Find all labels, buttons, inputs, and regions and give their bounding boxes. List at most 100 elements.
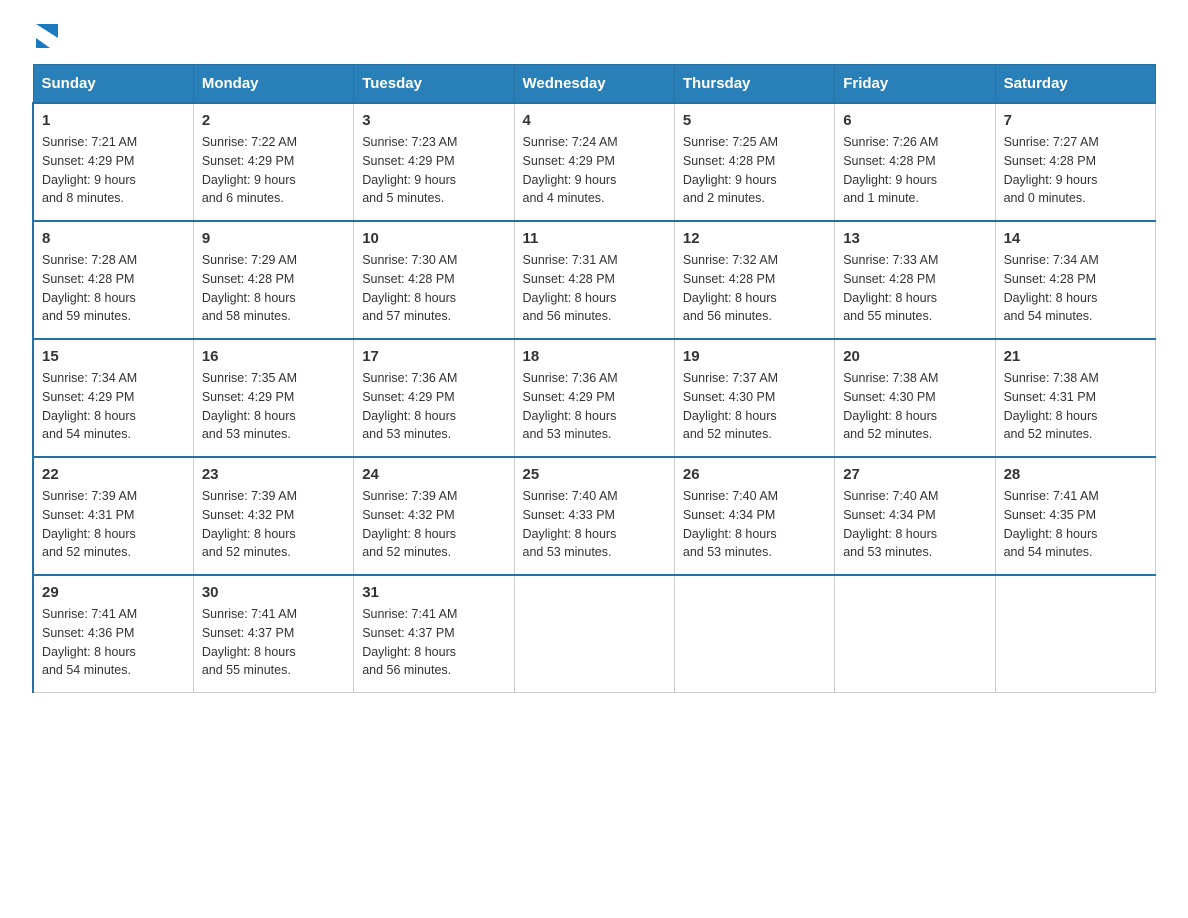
header-monday: Monday xyxy=(193,65,353,104)
page-header xyxy=(32,24,1156,48)
day-number: 2 xyxy=(202,112,345,129)
calendar-cell: 25Sunrise: 7:40 AMSunset: 4:33 PMDayligh… xyxy=(514,457,674,575)
calendar-cell: 11 Sunrise: 7:31 AMSunset: 4:28 PMDayligh… xyxy=(514,221,674,339)
calendar-week-row: 1 Sunrise: 7:21 AMSunset: 4:29 PMDaylight… xyxy=(33,103,1156,221)
calendar-cell: 13 Sunrise: 7:33 AMSunset: 4:28 PMDayligh… xyxy=(835,221,995,339)
day-number: 16 xyxy=(202,348,345,365)
day-number: 12 xyxy=(683,230,826,247)
day-info: Sunrise: 7:30 AMSunset: 4:28 PMDaylight:… xyxy=(362,251,505,326)
day-number: 10 xyxy=(362,230,505,247)
calendar-cell: 3 Sunrise: 7:23 AMSunset: 4:29 PMDaylight… xyxy=(354,103,514,221)
day-number: 6 xyxy=(843,112,986,129)
day-info: Sunrise: 7:24 AMSunset: 4:29 PMDaylight:… xyxy=(523,133,666,208)
day-info: Sunrise: 7:31 AMSunset: 4:28 PMDaylight:… xyxy=(523,251,666,326)
day-number: 18 xyxy=(523,348,666,365)
day-info: Sunrise: 7:39 AMSunset: 4:32 PMDaylight:… xyxy=(202,487,345,562)
day-number: 13 xyxy=(843,230,986,247)
calendar-cell: 27Sunrise: 7:40 AMSunset: 4:34 PMDayligh… xyxy=(835,457,995,575)
day-info: Sunrise: 7:23 AMSunset: 4:29 PMDaylight:… xyxy=(362,133,505,208)
calendar-cell: 31 Sunrise: 7:41 AMSunset: 4:37 PMDayligh… xyxy=(354,575,514,693)
calendar-cell: 23 Sunrise: 7:39 AMSunset: 4:32 PMDayligh… xyxy=(193,457,353,575)
header-wednesday: Wednesday xyxy=(514,65,674,104)
day-number: 17 xyxy=(362,348,505,365)
header-friday: Friday xyxy=(835,65,995,104)
day-number: 28 xyxy=(1004,466,1147,483)
calendar-cell: 29 Sunrise: 7:41 AMSunset: 4:36 PMDayligh… xyxy=(33,575,193,693)
calendar-table: Sunday Monday Tuesday Wednesday Thursday… xyxy=(32,64,1156,693)
day-number: 22 xyxy=(42,466,185,483)
calendar-cell xyxy=(835,575,995,693)
calendar-cell: 1 Sunrise: 7:21 AMSunset: 4:29 PMDaylight… xyxy=(33,103,193,221)
day-number: 11 xyxy=(523,230,666,247)
day-info: Sunrise: 7:35 AMSunset: 4:29 PMDaylight:… xyxy=(202,369,345,444)
calendar-cell: 5Sunrise: 7:25 AMSunset: 4:28 PMDaylight… xyxy=(674,103,834,221)
day-info: Sunrise: 7:34 AMSunset: 4:29 PMDaylight:… xyxy=(42,369,185,444)
day-info: Sunrise: 7:28 AMSunset: 4:28 PMDaylight:… xyxy=(42,251,185,326)
day-info: Sunrise: 7:26 AMSunset: 4:28 PMDaylight:… xyxy=(843,133,986,208)
day-info: Sunrise: 7:41 AMSunset: 4:36 PMDaylight:… xyxy=(42,605,185,680)
day-number: 23 xyxy=(202,466,345,483)
day-number: 27 xyxy=(843,466,986,483)
day-info: Sunrise: 7:32 AMSunset: 4:28 PMDaylight:… xyxy=(683,251,826,326)
day-info: Sunrise: 7:38 AMSunset: 4:31 PMDaylight:… xyxy=(1004,369,1147,444)
calendar-cell xyxy=(514,575,674,693)
day-number: 14 xyxy=(1004,230,1147,247)
day-number: 7 xyxy=(1004,112,1147,129)
calendar-cell xyxy=(995,575,1155,693)
day-number: 3 xyxy=(362,112,505,129)
calendar-cell: 4 Sunrise: 7:24 AMSunset: 4:29 PMDaylight… xyxy=(514,103,674,221)
header-sunday: Sunday xyxy=(33,65,193,104)
day-info: Sunrise: 7:40 AMSunset: 4:34 PMDaylight:… xyxy=(683,487,826,562)
day-number: 30 xyxy=(202,584,345,601)
calendar-cell: 20 Sunrise: 7:38 AMSunset: 4:30 PMDayligh… xyxy=(835,339,995,457)
calendar-cell: 22 Sunrise: 7:39 AMSunset: 4:31 PMDayligh… xyxy=(33,457,193,575)
calendar-cell: 21 Sunrise: 7:38 AMSunset: 4:31 PMDayligh… xyxy=(995,339,1155,457)
calendar-cell: 7 Sunrise: 7:27 AMSunset: 4:28 PMDaylight… xyxy=(995,103,1155,221)
day-info: Sunrise: 7:41 AMSunset: 4:35 PMDaylight:… xyxy=(1004,487,1147,562)
day-number: 15 xyxy=(42,348,185,365)
day-number: 31 xyxy=(362,584,505,601)
logo-flag xyxy=(36,24,58,48)
header-tuesday: Tuesday xyxy=(354,65,514,104)
day-info: Sunrise: 7:29 AMSunset: 4:28 PMDaylight:… xyxy=(202,251,345,326)
day-info: Sunrise: 7:38 AMSunset: 4:30 PMDaylight:… xyxy=(843,369,986,444)
header-saturday: Saturday xyxy=(995,65,1155,104)
calendar-cell: 2Sunrise: 7:22 AMSunset: 4:29 PMDaylight… xyxy=(193,103,353,221)
calendar-cell: 8Sunrise: 7:28 AMSunset: 4:28 PMDaylight… xyxy=(33,221,193,339)
calendar-cell: 18 Sunrise: 7:36 AMSunset: 4:29 PMDayligh… xyxy=(514,339,674,457)
calendar-cell xyxy=(674,575,834,693)
day-number: 24 xyxy=(362,466,505,483)
calendar-cell: 24 Sunrise: 7:39 AMSunset: 4:32 PMDayligh… xyxy=(354,457,514,575)
calendar-cell: 6 Sunrise: 7:26 AMSunset: 4:28 PMDaylight… xyxy=(835,103,995,221)
day-info: Sunrise: 7:34 AMSunset: 4:28 PMDaylight:… xyxy=(1004,251,1147,326)
day-info: Sunrise: 7:39 AMSunset: 4:32 PMDaylight:… xyxy=(362,487,505,562)
calendar-week-row: 29 Sunrise: 7:41 AMSunset: 4:36 PMDayligh… xyxy=(33,575,1156,693)
day-number: 29 xyxy=(42,584,185,601)
calendar-cell: 14 Sunrise: 7:34 AMSunset: 4:28 PMDayligh… xyxy=(995,221,1155,339)
day-info: Sunrise: 7:21 AMSunset: 4:29 PMDaylight:… xyxy=(42,133,185,208)
calendar-cell: 16 Sunrise: 7:35 AMSunset: 4:29 PMDayligh… xyxy=(193,339,353,457)
day-number: 21 xyxy=(1004,348,1147,365)
day-info: Sunrise: 7:33 AMSunset: 4:28 PMDaylight:… xyxy=(843,251,986,326)
calendar-cell: 19Sunrise: 7:37 AMSunset: 4:30 PMDayligh… xyxy=(674,339,834,457)
calendar-week-row: 22 Sunrise: 7:39 AMSunset: 4:31 PMDayligh… xyxy=(33,457,1156,575)
calendar-header-row: Sunday Monday Tuesday Wednesday Thursday… xyxy=(33,65,1156,104)
day-info: Sunrise: 7:39 AMSunset: 4:31 PMDaylight:… xyxy=(42,487,185,562)
day-info: Sunrise: 7:27 AMSunset: 4:28 PMDaylight:… xyxy=(1004,133,1147,208)
day-number: 4 xyxy=(523,112,666,129)
calendar-cell: 30Sunrise: 7:41 AMSunset: 4:37 PMDayligh… xyxy=(193,575,353,693)
calendar-cell: 15 Sunrise: 7:34 AMSunset: 4:29 PMDayligh… xyxy=(33,339,193,457)
day-number: 9 xyxy=(202,230,345,247)
day-number: 20 xyxy=(843,348,986,365)
day-number: 19 xyxy=(683,348,826,365)
calendar-cell: 28 Sunrise: 7:41 AMSunset: 4:35 PMDayligh… xyxy=(995,457,1155,575)
day-info: Sunrise: 7:25 AMSunset: 4:28 PMDaylight:… xyxy=(683,133,826,208)
day-number: 1 xyxy=(42,112,185,129)
logo-icon xyxy=(36,24,58,48)
calendar-body: 1 Sunrise: 7:21 AMSunset: 4:29 PMDaylight… xyxy=(33,103,1156,693)
day-info: Sunrise: 7:36 AMSunset: 4:29 PMDaylight:… xyxy=(362,369,505,444)
calendar-cell: 17 Sunrise: 7:36 AMSunset: 4:29 PMDayligh… xyxy=(354,339,514,457)
day-info: Sunrise: 7:36 AMSunset: 4:29 PMDaylight:… xyxy=(523,369,666,444)
day-info: Sunrise: 7:41 AMSunset: 4:37 PMDaylight:… xyxy=(362,605,505,680)
calendar-cell: 10 Sunrise: 7:30 AMSunset: 4:28 PMDayligh… xyxy=(354,221,514,339)
